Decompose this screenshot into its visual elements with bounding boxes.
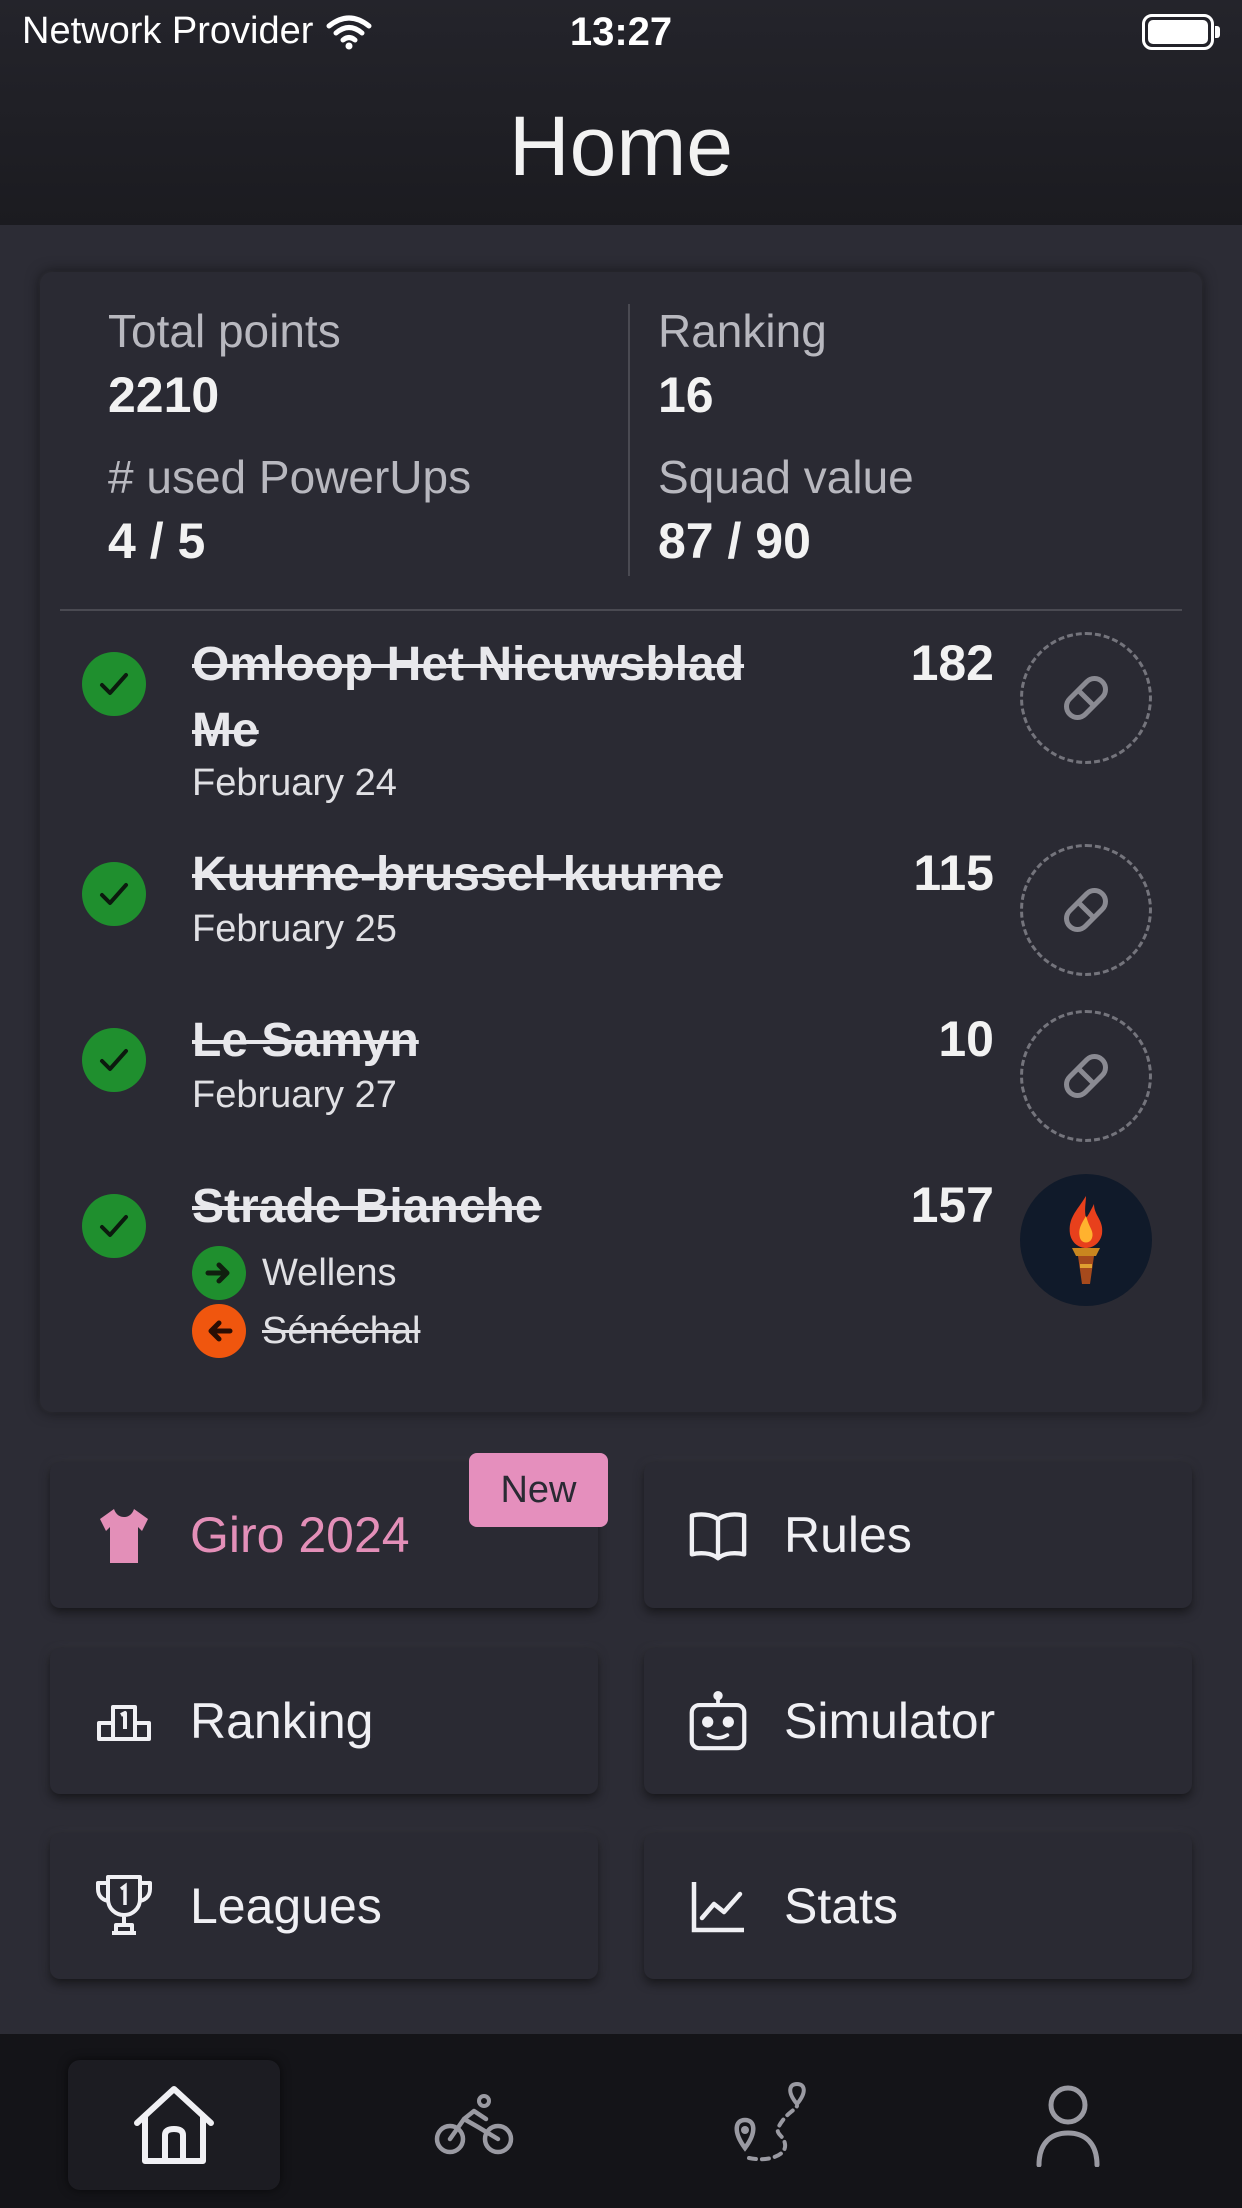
podium-icon [94, 1691, 154, 1751]
rules-button[interactable]: Rules [644, 1462, 1192, 1608]
race-points: 10 [938, 1011, 994, 1067]
transfer-out: Sénéchal [192, 1304, 420, 1358]
squad-value-value: 87 / 90 [658, 513, 811, 569]
transfer-in: Wellens [192, 1246, 396, 1300]
race-name: Kuurne-brussel-kuurne [192, 848, 723, 901]
race-date: February 27 [192, 1074, 397, 1116]
stats-grid: Total points 2210 # used PowerUps 4 / 5 … [60, 304, 1182, 576]
new-badge: New [469, 1453, 608, 1527]
race-name: Le Samyn [192, 1014, 419, 1067]
transfer-out-rider: Sénéchal [262, 1309, 421, 1352]
powerups-label: # used PowerUps [108, 451, 472, 503]
pill-icon [1064, 1054, 1108, 1098]
race-date: February 25 [192, 908, 397, 950]
leagues-button[interactable]: Leagues [50, 1833, 598, 1979]
page-title: Home [508, 99, 734, 193]
giro-label: Giro 2024 [190, 1507, 410, 1563]
jersey-icon [94, 1505, 154, 1565]
ranking-stat: Ranking 16 [658, 304, 827, 424]
home-icon [134, 2086, 214, 2164]
ranking-button[interactable]: Ranking [50, 1648, 598, 1794]
transfer-in-rider: Wellens [262, 1251, 397, 1294]
race-row[interactable]: Le Samyn February 27 10 [40, 1008, 1202, 1158]
stats-divider [628, 304, 630, 576]
powerups-stat: # used PowerUps 4 / 5 [108, 450, 471, 570]
leagues-label: Leagues [190, 1878, 382, 1934]
tab-races[interactable] [666, 2060, 878, 2190]
total-points-stat: Total points 2210 [108, 304, 341, 424]
race-points: 182 [910, 635, 994, 691]
squad-value-stat: Squad value 87 / 90 [658, 450, 914, 570]
robot-icon [688, 1691, 748, 1751]
race-row[interactable]: Kuurne-brussel-kuurne February 25 115 [40, 842, 1202, 992]
chart-icon [688, 1876, 748, 1936]
powerup-slot[interactable] [1020, 1174, 1152, 1306]
race-row[interactable]: Omloop Het Nieuwsblad Me February 24 182 [40, 632, 1202, 832]
trophy-icon [94, 1875, 154, 1936]
powerups-value: 4 / 5 [108, 513, 206, 569]
race-date: February 24 [192, 762, 397, 804]
tab-team[interactable] [368, 2060, 580, 2190]
bottom-tab-bar [0, 2034, 1242, 2208]
stats-separator [60, 609, 1182, 611]
torch-icon [1069, 1196, 1103, 1284]
top-bar: Network Provider 13:27 Home [0, 0, 1242, 225]
stats-button[interactable]: Stats [644, 1833, 1192, 1979]
check-icon [82, 1028, 146, 1092]
rules-label: Rules [784, 1507, 912, 1563]
tab-home[interactable] [68, 2060, 280, 2190]
battery-icon [1142, 14, 1220, 50]
tab-profile[interactable] [962, 2060, 1174, 2190]
race-name: Strade Bianche [192, 1180, 542, 1233]
check-icon [82, 1194, 146, 1258]
powerup-slot[interactable] [1020, 632, 1152, 764]
book-icon [688, 1505, 748, 1565]
total-points-label: Total points [108, 305, 341, 357]
powerup-slot[interactable] [1020, 1010, 1152, 1142]
status-time: 13:27 [569, 10, 673, 54]
squad-value-label: Squad value [658, 451, 914, 503]
race-row[interactable]: Strade Bianche 157 Wellens Sénéchal [40, 1174, 1202, 1394]
bike-icon [434, 2094, 514, 2155]
pill-icon [1064, 888, 1108, 932]
simulator-button[interactable]: Simulator [644, 1648, 1192, 1794]
arrow-left-icon [192, 1304, 246, 1358]
summary-card: Total points 2210 # used PowerUps 4 / 5 … [40, 272, 1202, 1412]
ranking-value: 16 [658, 367, 714, 423]
race-points: 157 [910, 1177, 994, 1233]
race-points: 115 [913, 845, 994, 901]
arrow-right-icon [192, 1246, 246, 1300]
pill-icon [1064, 676, 1108, 720]
total-points-value: 2210 [108, 367, 220, 423]
status-bar: Network Provider 13:27 [0, 0, 1242, 70]
ranking-label: Ranking [658, 305, 827, 357]
profile-icon [1036, 2085, 1100, 2167]
check-icon [82, 862, 146, 926]
stats-label: Stats [784, 1878, 898, 1934]
check-icon [82, 652, 146, 716]
powerup-slot[interactable] [1020, 844, 1152, 976]
race-name: Omloop Het Nieuwsblad Me [192, 638, 745, 757]
route-icon [734, 2081, 806, 2162]
simulator-label: Simulator [784, 1693, 996, 1749]
ranking-button-label: Ranking [190, 1693, 374, 1749]
